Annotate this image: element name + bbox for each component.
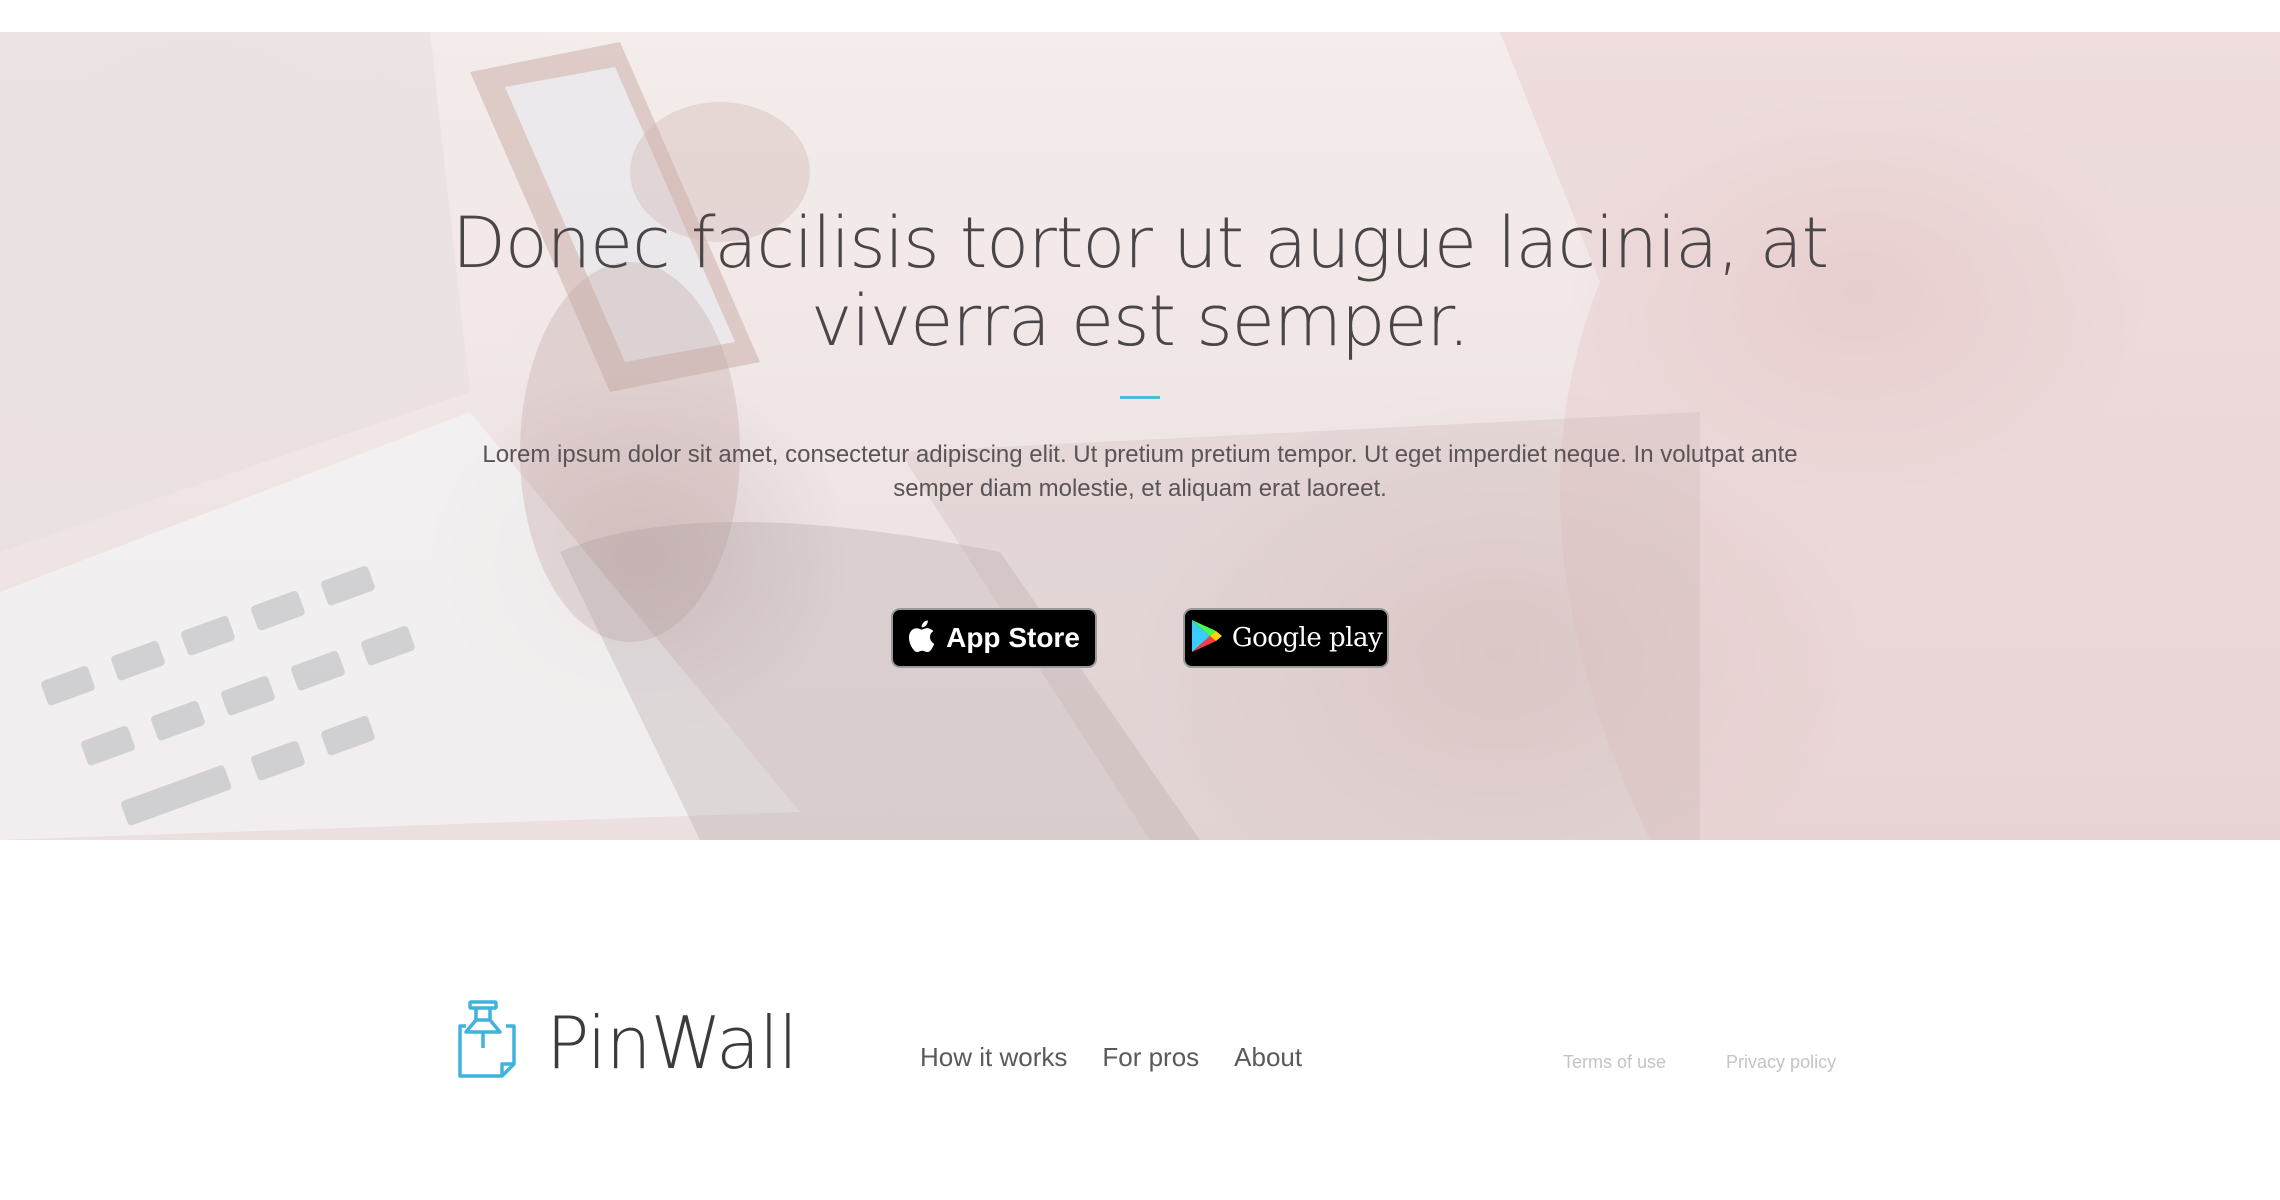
privacy-policy-link[interactable]: Privacy policy xyxy=(1726,1052,1836,1073)
page: Donec facilisis tortor ut augue lacinia,… xyxy=(0,0,2280,1200)
google-play-label: Google play xyxy=(1231,623,1383,653)
hero-title: Donec facilisis tortor ut augue lacinia,… xyxy=(451,202,1829,362)
hero-description: Lorem ipsum dolor sit amet, consectetur … xyxy=(482,441,1798,502)
footer-nav: How it works For pros About xyxy=(920,1042,1302,1073)
app-store-button[interactable]: App Store xyxy=(891,608,1097,668)
hero-section: Donec facilisis tortor ut augue lacinia,… xyxy=(0,32,2280,840)
brand-name: PinWall xyxy=(546,1000,798,1085)
hero-overlay xyxy=(0,32,2280,840)
footer-legal-links: Terms of use Privacy policy xyxy=(1563,1052,1836,1073)
nav-for-pros[interactable]: For pros xyxy=(1102,1042,1199,1073)
nav-about[interactable]: About xyxy=(1234,1042,1302,1073)
footer-logo[interactable]: PinWall xyxy=(456,1000,798,1085)
apple-icon xyxy=(908,619,938,658)
hero-divider xyxy=(1120,396,1160,399)
google-play-button[interactable]: Google play xyxy=(1183,608,1389,668)
nav-how-it-works[interactable]: How it works xyxy=(920,1042,1067,1073)
google-play-icon xyxy=(1190,618,1224,659)
terms-of-use-link[interactable]: Terms of use xyxy=(1563,1052,1666,1073)
pin-logo-icon xyxy=(456,1000,516,1085)
app-store-label: App Store xyxy=(946,622,1080,653)
